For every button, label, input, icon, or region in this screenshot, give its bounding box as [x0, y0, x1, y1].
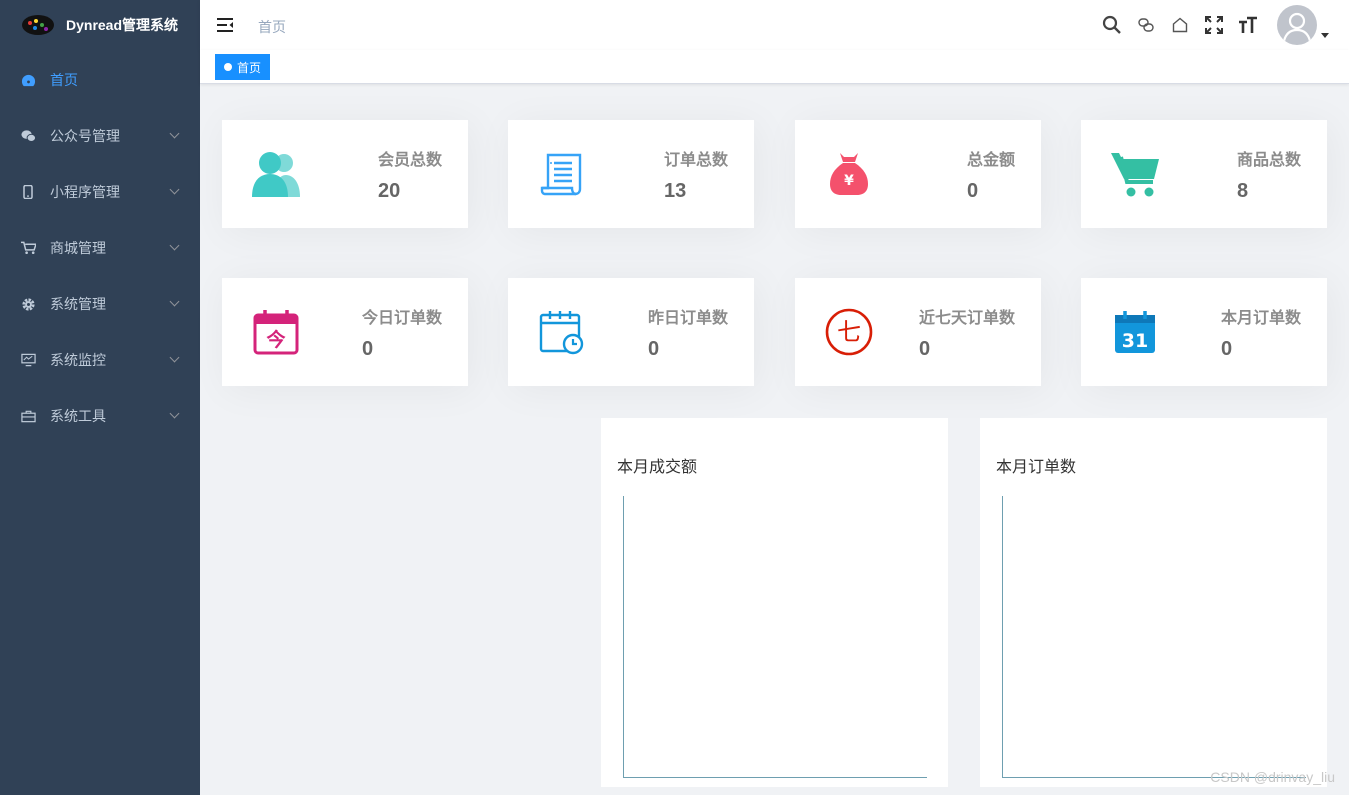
stat-value: 0 [919, 338, 931, 360]
chart-x-axis [623, 777, 927, 778]
today-calendar-icon: 今 [248, 304, 304, 360]
chart-panel-month-revenue: 本月成交额 [601, 418, 948, 787]
chevron-down-icon [169, 352, 180, 363]
sidebar-item-home[interactable]: 首页 [0, 52, 200, 108]
chart-title: 本月成交额 [617, 459, 698, 476]
sidebar-item-label: 首页 [50, 72, 78, 88]
stat-label: 近七天订单数 [918, 310, 1015, 327]
chevron-down-icon [169, 408, 180, 419]
tag-label: 首页 [237, 60, 262, 75]
stat-value: 0 [362, 338, 374, 360]
order-list-icon [534, 146, 590, 202]
svg-text:¥: ¥ [844, 173, 854, 189]
stat-label: 昨日订单数 [647, 310, 728, 327]
stat-value: 13 [664, 180, 687, 202]
caret-down-icon[interactable] [1321, 32, 1329, 38]
stat-value: 0 [967, 180, 979, 202]
stat-value: 8 [1237, 180, 1249, 202]
seven-glyph: 七 [837, 318, 861, 346]
stat-card-products[interactable]: 商品总数 8 [1081, 120, 1327, 228]
members-icon [248, 146, 304, 202]
app-title: Dynread管理系统 [66, 17, 179, 33]
sidebar-item-label: 系统工具 [50, 408, 106, 424]
stat-card-seven-day-orders[interactable]: 七 近七天订单数 0 [795, 278, 1041, 386]
logo-icon [22, 15, 54, 35]
sidebar-item-label: 商城管理 [50, 240, 106, 256]
chart-y-axis [623, 496, 624, 778]
stat-label: 今日订单数 [361, 310, 442, 327]
sidebar-item-label: 系统监控 [50, 352, 106, 368]
logo[interactable]: Dynread管理系统 [0, 0, 200, 50]
watermark: CSDN @drinvay_liu [1210, 769, 1335, 785]
navbar: 首页 [200, 0, 1349, 50]
dashboard-icon [20, 72, 36, 88]
chart-y-axis [1002, 496, 1003, 778]
tags-view: 首页 [200, 50, 1349, 84]
yesterday-calendar-icon [534, 304, 590, 360]
stat-value: 0 [648, 338, 660, 360]
month-glyph: 31 [1122, 330, 1148, 352]
stat-label: 本月订单数 [1220, 310, 1301, 327]
font-size-icon[interactable] [1236, 13, 1260, 37]
phone-icon [20, 184, 36, 200]
tag-dot [224, 63, 232, 71]
chevron-down-icon [169, 296, 180, 307]
home-icon[interactable] [1168, 13, 1192, 37]
shopping-cart-icon [1107, 146, 1163, 202]
stat-card-amount[interactable]: ¥ 总金额 0 [795, 120, 1041, 228]
chevron-down-icon [169, 240, 180, 251]
sidebar-item-shop[interactable]: 商城管理 [0, 220, 200, 276]
monitor-icon [20, 352, 36, 368]
stat-card-orders[interactable]: 订单总数 13 [508, 120, 754, 228]
search-icon[interactable] [1100, 13, 1124, 37]
sidebar-item-monitor[interactable]: 系统监控 [0, 332, 200, 388]
sidebar-item-tools[interactable]: 系统工具 [0, 388, 200, 444]
wechat-icon [20, 128, 36, 144]
sidebar-item-wechat[interactable]: 公众号管理 [0, 108, 200, 164]
sidebar: Dynread管理系统 首页 公众号管理 小程序管理 商城管理 系统管理 系统监… [0, 0, 200, 795]
gear-icon [20, 296, 36, 312]
sidebar-item-label: 小程序管理 [50, 184, 120, 200]
month-calendar-icon: 31 [1107, 304, 1163, 360]
stat-card-yesterday-orders[interactable]: 昨日订单数 0 [508, 278, 754, 386]
stat-label: 总金额 [966, 152, 1015, 169]
fullscreen-icon[interactable] [1202, 13, 1226, 37]
stat-card-month-orders[interactable]: 31 本月订单数 0 [1081, 278, 1327, 386]
toolbox-icon [20, 408, 36, 424]
stat-label: 商品总数 [1236, 152, 1301, 169]
stat-value: 0 [1221, 338, 1233, 360]
breadcrumb[interactable]: 首页 [258, 17, 286, 37]
right-menu [1095, 0, 1349, 50]
stat-card-today-orders[interactable]: 今 今日订单数 0 [222, 278, 468, 386]
avatar[interactable] [1277, 5, 1317, 45]
stat-label: 会员总数 [377, 152, 442, 169]
sidebar-item-label: 公众号管理 [50, 128, 120, 144]
chart-title: 本月订单数 [996, 459, 1077, 476]
sidebar-item-system[interactable]: 系统管理 [0, 276, 200, 332]
link-icon[interactable] [1134, 13, 1158, 37]
cart-icon [20, 240, 36, 256]
money-bag-icon: ¥ [821, 146, 877, 202]
hamburger-icon[interactable] [216, 16, 234, 34]
chevron-down-icon [169, 184, 180, 195]
stat-label: 订单总数 [663, 152, 728, 169]
chart-panel-month-orders: 本月订单数 [980, 418, 1327, 787]
stat-card-members[interactable]: 会员总数 20 [222, 120, 468, 228]
seven-days-icon: 七 [821, 304, 877, 360]
chevron-down-icon [169, 128, 180, 139]
sidebar-item-label: 系统管理 [50, 296, 106, 312]
today-glyph: 今 [265, 328, 285, 351]
tag-home[interactable]: 首页 [215, 54, 271, 80]
stat-value: 20 [378, 180, 401, 202]
sidebar-item-miniprogram[interactable]: 小程序管理 [0, 164, 200, 220]
